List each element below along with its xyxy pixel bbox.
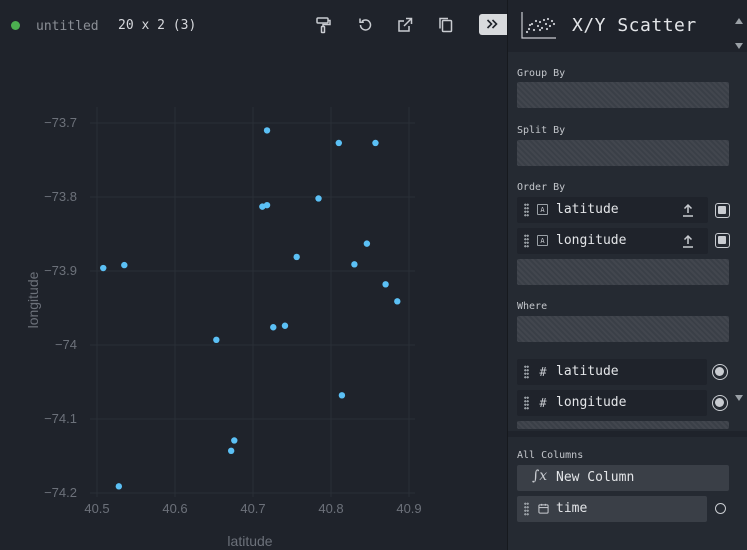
column-item-label: time — [556, 501, 588, 516]
column-time-toggle[interactable] — [715, 503, 726, 514]
y-tick-label: −74 — [55, 337, 77, 352]
column-item-longitude[interactable]: # longitude — [517, 390, 707, 416]
scatter-point[interactable] — [394, 298, 401, 305]
where-dropzone[interactable] — [517, 316, 729, 342]
plot-points — [100, 127, 401, 490]
all-columns-label: All Columns — [517, 450, 584, 461]
x-tick-label: 40.5 — [84, 501, 109, 516]
panel-header: X/Y Scatter — [508, 0, 747, 52]
column-item-label: longitude — [556, 395, 627, 410]
scatter-point[interactable] — [121, 261, 128, 269]
order-by-item-longitude[interactable]: A longitude — [517, 228, 708, 254]
column-item-label: latitude — [556, 364, 619, 379]
function-icon: ∫x — [532, 468, 548, 484]
scatter-point[interactable] — [115, 483, 123, 490]
plot-ticks: 40.5 40.6 40.7 40.8 40.9 −73.7 −73.8 −73.9 −74 −7… — [44, 115, 422, 516]
sort-ascending-icon[interactable] — [681, 202, 695, 218]
paint-roller-icon[interactable] — [314, 16, 332, 34]
y-tick-label: −74.1 — [44, 411, 77, 426]
drag-handle-icon[interactable] — [524, 365, 529, 379]
group-by-label: Group By — [517, 68, 566, 79]
scatter-point[interactable] — [351, 261, 358, 268]
drag-handle-icon[interactable] — [524, 203, 529, 217]
config-panel: X/Y Scatter Group By Split By Order By A… — [507, 0, 747, 550]
x-tick-label: 40.9 — [396, 501, 421, 516]
y-tick-label: −73.8 — [44, 189, 77, 204]
scatter-chart-icon[interactable] — [521, 10, 557, 40]
string-type-icon: A — [537, 204, 548, 215]
scatter-point[interactable] — [100, 264, 107, 272]
order-by-dropzone[interactable] — [517, 259, 729, 285]
split-by-dropzone[interactable] — [517, 140, 729, 166]
scatter-point[interactable] — [363, 240, 371, 247]
string-type-icon: A — [537, 235, 548, 246]
toolbar: untitled 20 x 2 (3) — [0, 0, 507, 52]
scatter-point[interactable] — [263, 127, 271, 134]
order-by-item-latitude[interactable]: A latitude — [517, 197, 708, 223]
sort-ascending-icon[interactable] — [681, 233, 695, 249]
y-axis-label: longitude — [25, 271, 41, 328]
split-by-label: Split By — [517, 125, 566, 136]
order-by-label: Order By — [517, 182, 566, 193]
number-type-icon: # — [539, 396, 547, 410]
scatter-point[interactable] — [293, 253, 300, 261]
column-item-latitude[interactable]: # latitude — [517, 359, 707, 385]
order-by-item-label: latitude — [556, 202, 619, 217]
scatter-plot-svg: 40.5 40.6 40.7 40.8 40.9 −73.7 −73.8 −73.9 −74 −7… — [25, 107, 422, 549]
order-by-item-label: longitude — [556, 233, 627, 248]
chart-type-label[interactable]: X/Y Scatter — [572, 15, 697, 36]
scatter-point[interactable] — [213, 336, 220, 344]
column-longitude-toggle[interactable] — [712, 395, 728, 411]
group-by-dropzone[interactable] — [517, 82, 729, 108]
x-tick-label: 40.8 — [318, 501, 343, 516]
scroll-down-icon[interactable] — [735, 395, 743, 401]
number-type-icon: # — [539, 365, 547, 379]
collapse-panel-button[interactable] — [479, 14, 507, 35]
scroll-down-icon[interactable] — [735, 43, 743, 49]
scatter-point[interactable] — [338, 392, 346, 399]
scatter-point[interactable] — [231, 437, 238, 444]
columns-dropzone[interactable] — [517, 421, 729, 429]
double-chevron-right-icon — [486, 19, 498, 29]
scatter-point[interactable] — [315, 195, 322, 202]
scatter-point[interactable] — [281, 322, 289, 329]
order-by-longitude-checkbox[interactable] — [715, 233, 730, 248]
x-tick-label: 40.6 — [162, 501, 187, 516]
new-column-button[interactable]: ∫x New Column — [517, 465, 729, 491]
export-icon[interactable] — [396, 16, 414, 34]
undo-icon[interactable] — [356, 16, 374, 34]
panel-divider — [508, 431, 747, 437]
y-tick-label: −73.7 — [44, 115, 77, 130]
column-latitude-toggle[interactable] — [712, 364, 728, 380]
x-axis-label: latitude — [227, 533, 272, 549]
plot-grid — [90, 107, 415, 497]
drag-handle-icon[interactable] — [524, 396, 529, 410]
copy-icon[interactable] — [437, 16, 455, 34]
scatter-plot[interactable]: 40.5 40.6 40.7 40.8 40.9 −73.7 −73.8 −73.9 −74 −7… — [0, 52, 507, 550]
order-by-latitude-checkbox[interactable] — [715, 203, 730, 218]
scatter-point[interactable] — [227, 447, 235, 455]
scatter-point[interactable] — [335, 139, 342, 147]
scroll-up-icon[interactable] — [735, 18, 743, 24]
row-column-count: 20 x 2 (3) — [118, 18, 197, 33]
y-tick-label: −74.2 — [44, 485, 77, 500]
y-tick-label: −73.9 — [44, 263, 77, 278]
scatter-point[interactable] — [372, 139, 379, 147]
scatter-point[interactable] — [263, 201, 271, 209]
status-indicator — [11, 21, 20, 30]
column-item-time[interactable]: time — [517, 496, 707, 522]
viewer-title[interactable]: untitled — [36, 19, 99, 34]
drag-handle-icon[interactable] — [524, 234, 529, 248]
x-tick-label: 40.7 — [240, 501, 265, 516]
scatter-point[interactable] — [270, 324, 277, 331]
drag-handle-icon[interactable] — [524, 502, 529, 516]
where-label: Where — [517, 301, 548, 312]
calendar-type-icon — [537, 502, 549, 516]
new-column-label: New Column — [556, 470, 635, 485]
scatter-point[interactable] — [382, 281, 389, 288]
